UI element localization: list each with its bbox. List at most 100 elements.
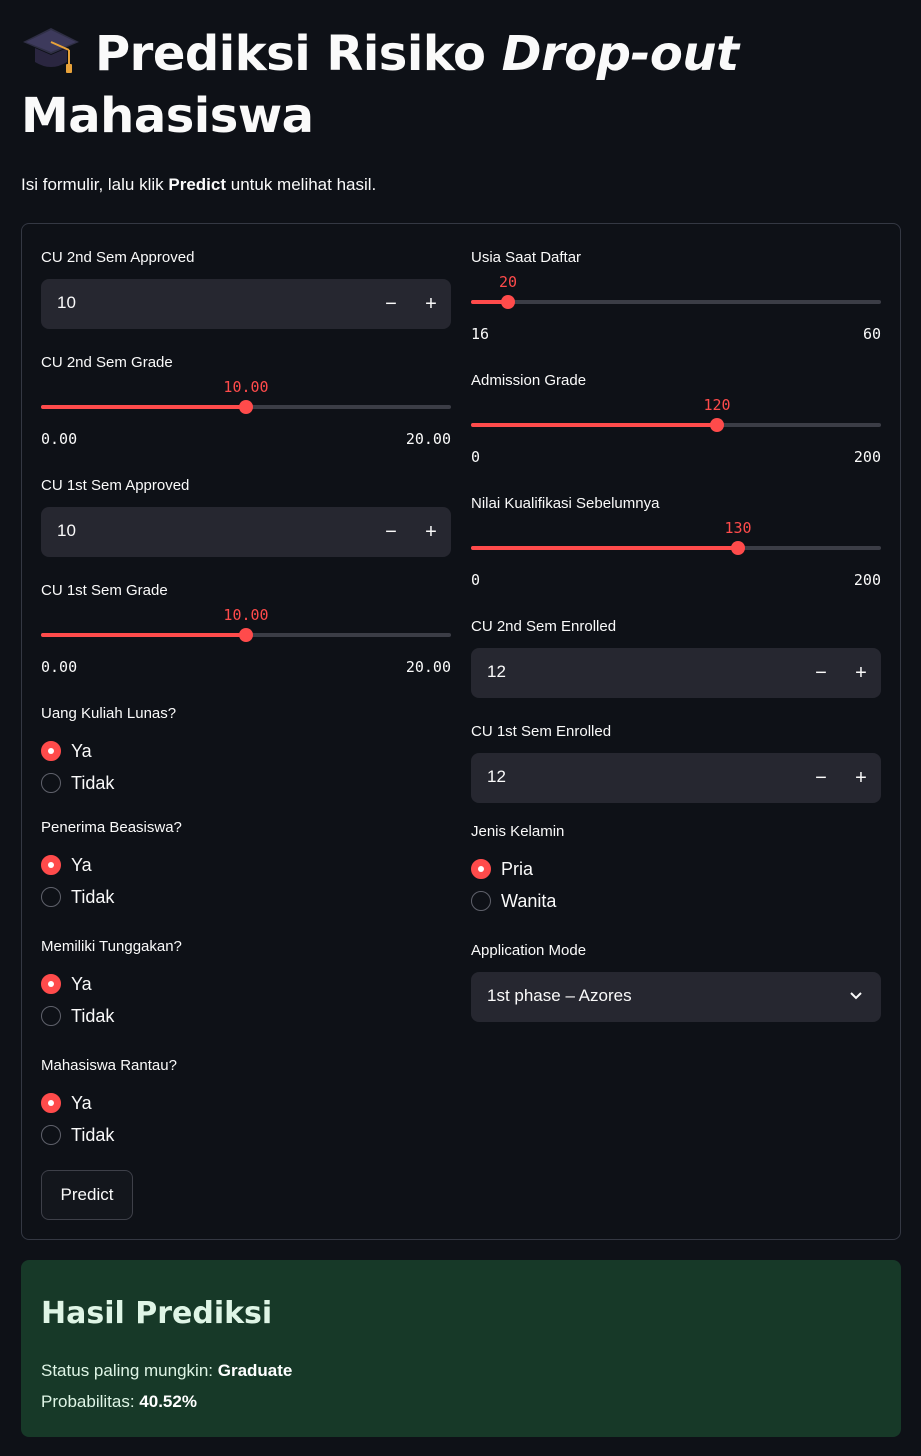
age-min: 16 xyxy=(471,325,490,343)
cu2-grade-slider[interactable]: 10.00 0.00 20.00 xyxy=(41,378,451,448)
cu1-enrolled-input[interactable]: 12 − + xyxy=(471,753,881,803)
admission-current: 120 xyxy=(703,396,731,414)
cu1-enrolled-decrement-button[interactable]: − xyxy=(801,753,841,803)
slider-fill xyxy=(471,546,738,550)
radio-icon[interactable] xyxy=(41,1006,61,1026)
age-max: 60 xyxy=(862,325,881,343)
cu2-grade-max: 20.00 xyxy=(405,430,451,448)
prob-value: 40.52% xyxy=(139,1392,197,1411)
slider-thumb[interactable] xyxy=(501,295,515,309)
radio-icon[interactable] xyxy=(41,887,61,907)
radio-label: Ya xyxy=(71,973,92,994)
displaced-option-ya[interactable]: Ya xyxy=(41,1090,92,1116)
cu1-approved-value[interactable]: 10 xyxy=(57,521,76,541)
gender-option-wanita[interactable]: Wanita xyxy=(471,888,556,914)
radio-label: Pria xyxy=(501,858,534,879)
cu2-enrolled-label: CU 2nd Sem Enrolled xyxy=(471,618,617,635)
radio-label: Ya xyxy=(71,1092,92,1113)
cu1-approved-increment-button[interactable]: + xyxy=(411,507,451,557)
tuition-option-ya[interactable]: Ya xyxy=(41,738,92,764)
radio-label: Tidak xyxy=(71,772,115,793)
radio-icon[interactable] xyxy=(471,891,491,911)
title-part2: Mahasiswa xyxy=(21,88,314,144)
admission-label: Admission Grade xyxy=(471,372,587,389)
slider-fill xyxy=(41,405,246,409)
cu2-enrolled-decrement-button[interactable]: − xyxy=(801,648,841,698)
cu1-grade-label: CU 1st Sem Grade xyxy=(41,582,168,599)
radio-icon[interactable] xyxy=(41,773,61,793)
cu2-approved-increment-button[interactable]: + xyxy=(411,279,451,329)
radio-icon[interactable] xyxy=(41,855,61,875)
cu2-grade-label: CU 2nd Sem Grade xyxy=(41,354,173,371)
slider-fill xyxy=(41,633,246,637)
radio-label: Ya xyxy=(71,740,92,761)
cu2-grade-current: 10.00 xyxy=(223,378,269,396)
radio-icon[interactable] xyxy=(41,974,61,994)
cu1-enrolled-label: CU 1st Sem Enrolled xyxy=(471,723,612,740)
slider-fill xyxy=(471,423,717,427)
scholarship-option-ya[interactable]: Ya xyxy=(41,852,92,878)
age-current: 20 xyxy=(498,273,518,291)
cu1-grade-min: 0.00 xyxy=(41,658,78,676)
cu1-enrolled-increment-button[interactable]: + xyxy=(841,753,881,803)
age-label: Usia Saat Daftar xyxy=(471,249,582,266)
slider-thumb[interactable] xyxy=(239,400,253,414)
intro-after: untuk melihat hasil. xyxy=(230,175,377,194)
chevron-down-icon[interactable] xyxy=(849,989,863,1003)
slider-thumb[interactable] xyxy=(239,628,253,642)
tuition-option-tidak[interactable]: Tidak xyxy=(41,770,114,796)
scholarship-label: Penerima Beasiswa? xyxy=(41,819,182,836)
cu1-approved-input[interactable]: 10 − + xyxy=(41,507,451,557)
slider-thumb[interactable] xyxy=(731,541,745,555)
scholarship-option-tidak[interactable]: Tidak xyxy=(41,884,114,910)
status-label: Status paling mungkin: xyxy=(41,1361,213,1380)
radio-label: Tidak xyxy=(71,886,115,907)
cu2-enrolled-value[interactable]: 12 xyxy=(487,662,506,682)
graduation-cap-icon xyxy=(23,28,79,73)
cu2-approved-input[interactable]: 10 − + xyxy=(41,279,451,329)
slider-track[interactable] xyxy=(471,300,881,304)
cu1-grade-slider[interactable]: 10.00 0.00 20.00 xyxy=(41,606,451,676)
result-probability: Probabilitas: 40.52% xyxy=(41,1392,197,1412)
status-value: Graduate xyxy=(217,1361,293,1380)
prev-qual-slider[interactable]: 130 0 200 xyxy=(471,519,881,589)
admission-slider[interactable]: 120 0 200 xyxy=(471,396,881,466)
intro-bold: Predict xyxy=(168,175,227,194)
debtor-label: Memiliki Tunggakan? xyxy=(41,938,182,955)
app-mode-select[interactable]: 1st phase – Azores xyxy=(471,972,881,1022)
radio-icon[interactable] xyxy=(41,741,61,761)
cu2-enrolled-increment-button[interactable]: + xyxy=(841,648,881,698)
app-mode-label: Application Mode xyxy=(471,942,587,959)
tuition-label: Uang Kuliah Lunas? xyxy=(41,705,177,722)
app-mode-value[interactable]: 1st phase – Azores xyxy=(487,986,632,1006)
cu1-approved-label: CU 1st Sem Approved xyxy=(41,477,190,494)
radio-icon[interactable] xyxy=(41,1125,61,1145)
predict-button[interactable]: Predict xyxy=(41,1170,133,1220)
gender-option-pria[interactable]: Pria xyxy=(471,856,533,882)
cu2-grade-min: 0.00 xyxy=(41,430,78,448)
radio-icon[interactable] xyxy=(41,1093,61,1113)
debtor-option-tidak[interactable]: Tidak xyxy=(41,1003,114,1029)
result-title: Hasil Prediksi xyxy=(41,1296,273,1331)
title-part1: Prediksi Risiko xyxy=(95,26,486,82)
prev-qual-min: 0 xyxy=(471,571,481,589)
age-slider[interactable]: 20 16 60 xyxy=(471,273,881,343)
admission-max: 200 xyxy=(853,448,881,466)
radio-label: Ya xyxy=(71,854,92,875)
cu1-approved-decrement-button[interactable]: − xyxy=(371,507,411,557)
slider-thumb[interactable] xyxy=(710,418,724,432)
radio-icon[interactable] xyxy=(471,859,491,879)
debtor-option-ya[interactable]: Ya xyxy=(41,971,92,997)
cu1-enrolled-value[interactable]: 12 xyxy=(487,767,506,787)
cu2-approved-value[interactable]: 10 xyxy=(57,293,76,313)
prev-qual-label: Nilai Kualifikasi Sebelumnya xyxy=(471,495,660,512)
page-title: Prediksi Risiko Drop-out Mahasiswa xyxy=(21,22,901,147)
displaced-label: Mahasiswa Rantau? xyxy=(41,1057,177,1074)
cu2-approved-decrement-button[interactable]: − xyxy=(371,279,411,329)
prob-label: Probabilitas: xyxy=(41,1392,135,1411)
result-status: Status paling mungkin: Graduate xyxy=(41,1361,292,1381)
gender-label: Jenis Kelamin xyxy=(471,823,565,840)
displaced-option-tidak[interactable]: Tidak xyxy=(41,1122,114,1148)
cu2-enrolled-input[interactable]: 12 − + xyxy=(471,648,881,698)
prev-qual-current: 130 xyxy=(724,519,752,537)
